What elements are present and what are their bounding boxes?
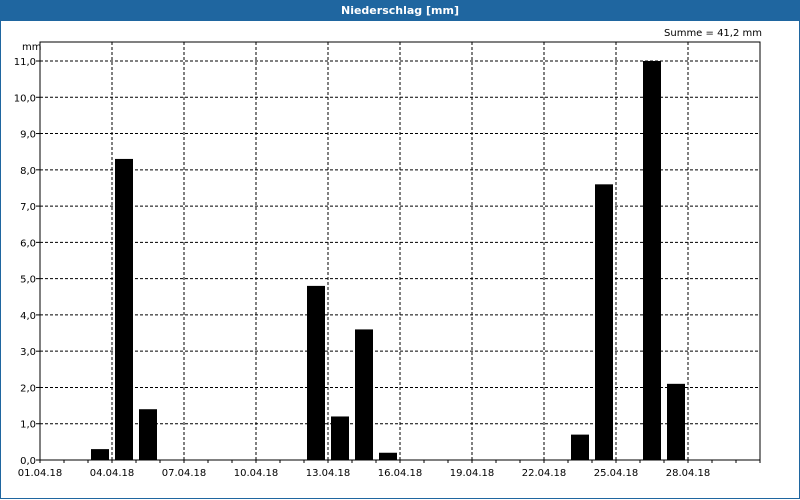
y-tick-label: 9,0 <box>20 130 36 141</box>
bar-24.04.18 <box>595 184 613 460</box>
bar-15.04.18 <box>379 452 397 460</box>
y-tick-label: 7,0 <box>20 202 36 213</box>
y-tick-label: 6,0 <box>20 238 36 249</box>
x-tick-label: 10.04.18 <box>234 468 279 479</box>
x-tick-label: 01.04.18 <box>18 468 63 479</box>
x-tick-label: 22.04.18 <box>522 468 567 479</box>
x-tick-label: 04.04.18 <box>90 468 135 479</box>
bar-14.04.18 <box>355 329 373 460</box>
bars <box>91 61 685 460</box>
bar-27.04.18 <box>667 383 685 460</box>
x-tick-label: 19.04.18 <box>450 468 495 479</box>
y-tick-label: 8,0 <box>20 166 36 177</box>
bar-26.04.18 <box>643 61 661 460</box>
chart-canvas: 0,0 1,0 2,0 3,0 4,0 5,0 6,0 7,0 8,0 9,0 10,0 11,0 0… <box>14 28 762 479</box>
bar-03.04.18 <box>91 449 109 460</box>
x-tick-label: 25.04.18 <box>594 468 639 479</box>
x-tick-label: 16.04.18 <box>378 468 423 479</box>
x-tick-label: 07.04.18 <box>162 468 207 479</box>
y-tick-label: 1,0 <box>20 420 36 431</box>
x-tick-label: 13.04.18 <box>306 468 351 479</box>
x-tick-labels: 01.04.18 04.04.18 07.04.18 10.04.18 13.04.18… <box>18 468 711 479</box>
y-tick-label: 5,0 <box>20 275 36 286</box>
y-tick-label: 10,0 <box>14 93 36 104</box>
bar-04.04.18 <box>115 158 133 460</box>
y-tick-label: 11,0 <box>14 57 36 68</box>
bar-23.04.18 <box>571 434 589 460</box>
y-tick-label: 3,0 <box>20 347 36 358</box>
sum-annotation: Summe = 41,2 mm <box>664 28 762 39</box>
bar-12.04.18 <box>307 285 325 460</box>
x-tick-label: 28.04.18 <box>666 468 711 479</box>
y-tick-label: 0,0 <box>20 456 36 467</box>
y-tick-label: 2,0 <box>20 383 36 394</box>
y-tick-labels: 0,0 1,0 2,0 3,0 4,0 5,0 6,0 7,0 8,0 9,0 10,0 11,0 <box>14 57 36 467</box>
y-tick-label: 4,0 <box>20 311 36 322</box>
y-axis-unit-label: mm <box>22 42 41 53</box>
bar-13.04.18 <box>331 416 349 460</box>
bar-05.04.18 <box>139 409 157 460</box>
